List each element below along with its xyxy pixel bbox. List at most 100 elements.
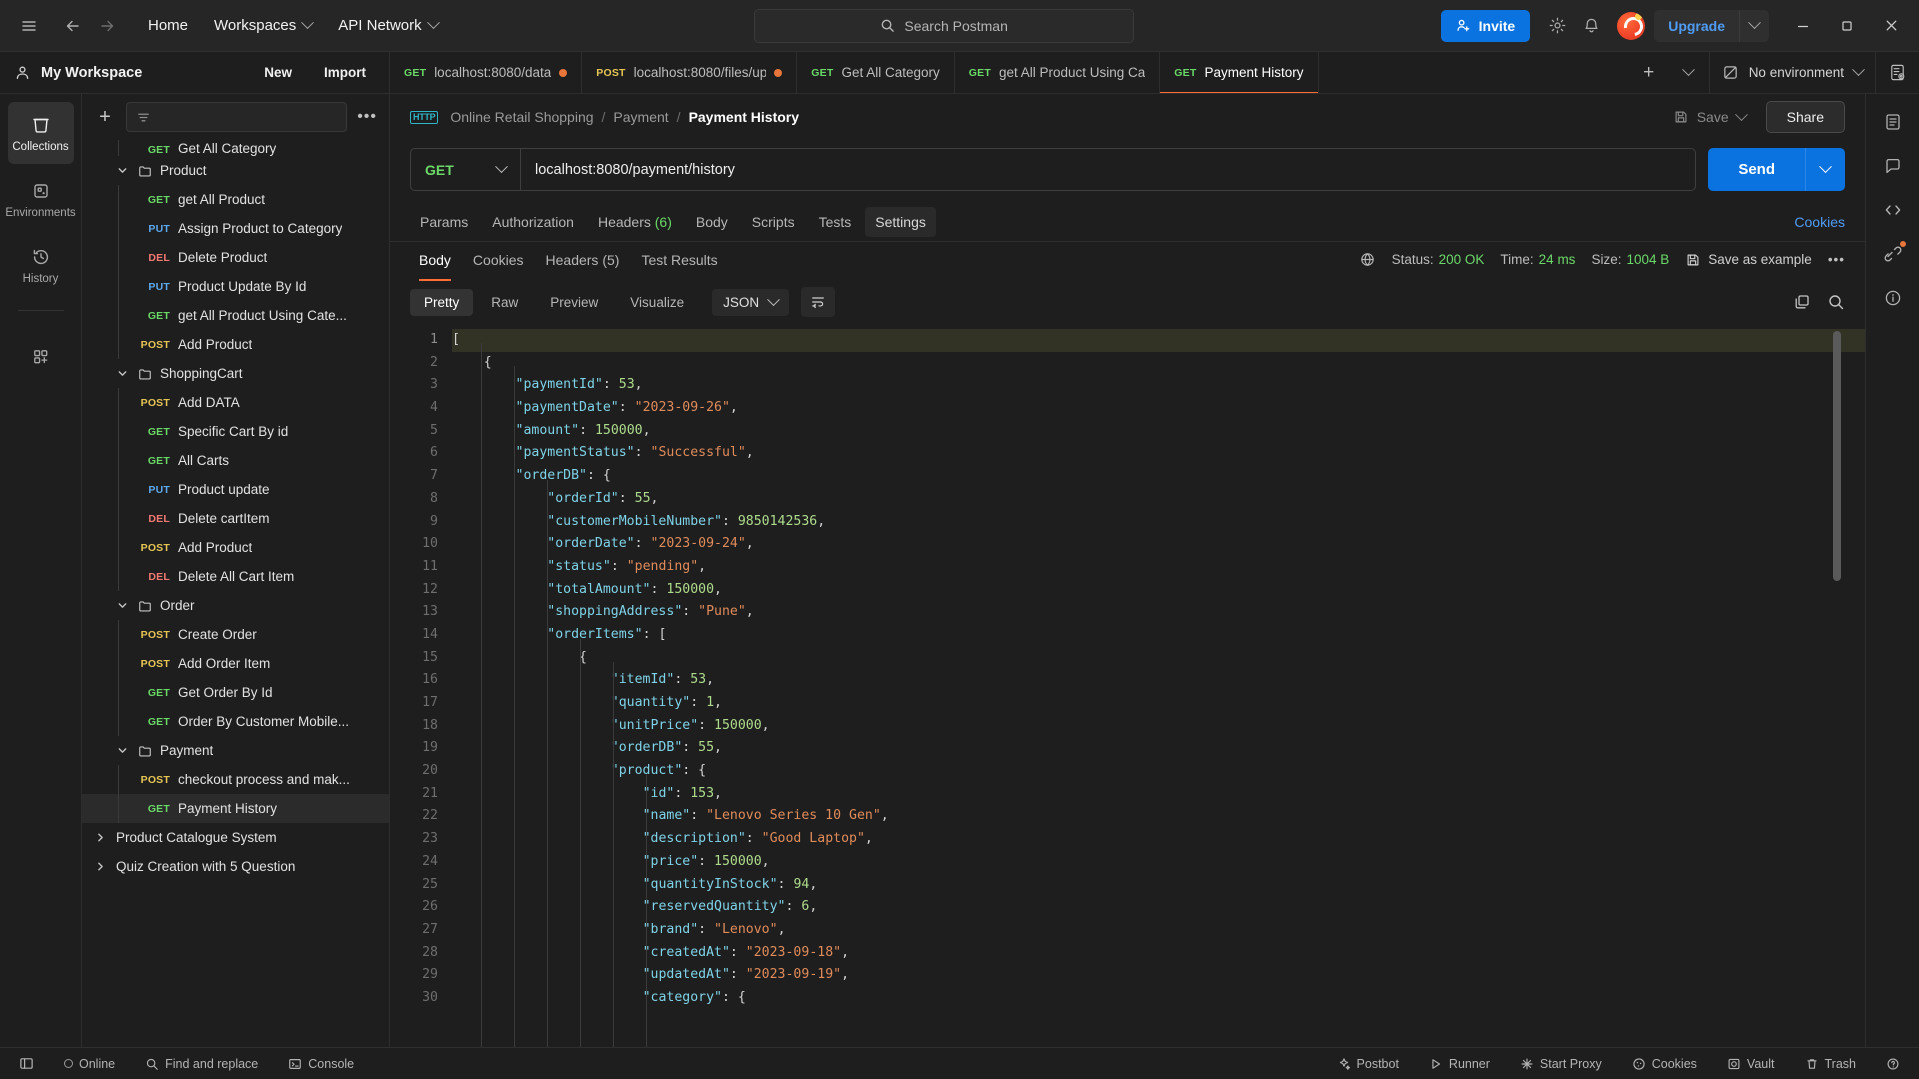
gear-icon[interactable] (1540, 9, 1574, 43)
request-cookies-link[interactable]: Cookies (1794, 214, 1845, 230)
code-lines[interactable]: [ { "paymentId": 53, "paymentDate": "202… (452, 325, 1865, 1047)
runner-button[interactable]: Runner (1424, 1054, 1495, 1074)
home-link[interactable]: Home (138, 11, 198, 40)
save-button[interactable]: Save (1663, 103, 1756, 131)
tree-request[interactable]: POST Add Order Item (82, 649, 389, 678)
view-raw[interactable]: Raw (477, 289, 532, 316)
environment-selector[interactable]: No environment (1708, 52, 1875, 93)
response-more-options[interactable]: ••• (1828, 252, 1845, 267)
arrow-left-icon[interactable] (56, 9, 90, 43)
response-format-select[interactable]: JSON (712, 288, 790, 316)
chevron-right-icon[interactable] (92, 861, 108, 872)
search-response-button[interactable] (1827, 293, 1845, 311)
tree-request[interactable]: GET Get All Category (82, 140, 389, 156)
tree-request[interactable]: POST Add Product (82, 533, 389, 562)
tree-request[interactable]: GET Get Order By Id (82, 678, 389, 707)
tree-request[interactable]: POST Add Product (82, 330, 389, 359)
request-tab-headers[interactable]: Headers (6) (588, 207, 682, 237)
vault-button[interactable]: Vault (1722, 1054, 1780, 1074)
documentation-icon[interactable] (1873, 102, 1913, 142)
bell-icon[interactable] (1574, 9, 1608, 43)
tree-request[interactable]: DEL Delete cartItem (82, 504, 389, 533)
avatar[interactable] (1617, 11, 1646, 40)
wrap-lines-button[interactable] (801, 287, 836, 317)
response-globe-icon[interactable] (1359, 251, 1376, 268)
sidebar-item-collections[interactable]: Collections (7, 102, 74, 164)
send-button[interactable]: Send (1708, 148, 1805, 191)
breadcrumb-collection[interactable]: Online Retail Shopping (450, 109, 593, 125)
tree-request[interactable]: DEL Delete Product (82, 243, 389, 272)
online-status[interactable]: Online (59, 1054, 120, 1074)
request-tab[interactable]: POST localhost:8080/files/up (582, 52, 798, 93)
request-tab[interactable]: GET get All Product Using Ca (955, 52, 1161, 93)
chevron-down-icon[interactable] (114, 600, 130, 611)
invite-button[interactable]: Invite (1440, 9, 1531, 42)
chevron-right-icon[interactable] (92, 832, 108, 843)
tree-request[interactable]: GET get All Product Using Cate... (82, 301, 389, 330)
request-tab-tests[interactable]: Tests (809, 207, 862, 237)
response-tab-headers[interactable]: Headers (5) (537, 246, 629, 274)
workspace-name[interactable]: My Workspace (41, 65, 243, 81)
sidebar-item-apps[interactable] (8, 325, 74, 387)
info-icon[interactable] (1873, 278, 1913, 318)
chevron-down-icon[interactable] (114, 165, 130, 176)
tree-request[interactable]: POST Add DATA (82, 388, 389, 417)
share-button[interactable]: Share (1765, 101, 1845, 133)
close-icon[interactable] (1869, 9, 1913, 43)
console-button[interactable]: Console (283, 1054, 359, 1074)
request-tab-authorization[interactable]: Authorization (482, 207, 584, 237)
tree-request[interactable]: PUT Product update (82, 475, 389, 504)
sidebar-toggle-button[interactable] (14, 1053, 39, 1074)
tree-request[interactable]: DEL Delete All Cart Item (82, 562, 389, 591)
postbot-button[interactable]: Postbot (1332, 1054, 1404, 1074)
response-tab-test-results[interactable]: Test Results (632, 246, 726, 274)
maximize-icon[interactable] (1825, 9, 1869, 43)
tree-request[interactable]: POST checkout process and mak... (82, 765, 389, 794)
view-preview[interactable]: Preview (536, 289, 612, 316)
find-and-replace-button[interactable]: Find and replace (140, 1054, 263, 1074)
send-options-chevron-down-icon[interactable] (1805, 148, 1845, 191)
sidebar-item-environments[interactable]: Environments (5, 168, 76, 230)
method-select[interactable]: GET (411, 149, 521, 190)
upgrade-button[interactable]: Upgrade (1654, 18, 1739, 34)
response-body-viewer[interactable]: 1 2 3 4 5 6 7 8 9 10 11 12 13 14 15 16 17 18 19 20 21 22 23 24 2… (390, 325, 1865, 1047)
trash-button[interactable]: Trash (1800, 1054, 1862, 1074)
request-tab-settings[interactable]: Settings (865, 207, 936, 237)
menu-icon[interactable] (12, 9, 46, 43)
sidebar-item-history[interactable]: History (8, 234, 74, 296)
url-input[interactable]: localhost:8080/payment/history (521, 162, 1695, 178)
request-tab-params[interactable]: Params (410, 207, 478, 237)
comments-icon[interactable] (1873, 146, 1913, 186)
tree-request[interactable]: GET Order By Customer Mobile... (82, 707, 389, 736)
search-input[interactable]: Search Postman (754, 8, 1135, 43)
help-button[interactable] (1881, 1054, 1905, 1074)
request-tab[interactable]: GET Get All Category (797, 52, 955, 93)
tree-folder[interactable]: Payment (82, 736, 389, 765)
create-new-button[interactable]: + (94, 106, 116, 129)
chevron-down-icon[interactable] (114, 368, 130, 379)
breadcrumb-folder[interactable]: Payment (613, 109, 668, 125)
tree-request[interactable]: PUT Assign Product to Category (82, 214, 389, 243)
filter-input[interactable] (126, 102, 348, 132)
collections-tree[interactable]: GET Get All Category Product GET get All Pro… (82, 140, 389, 1047)
response-tab-body[interactable]: Body (410, 246, 460, 281)
request-tab-body[interactable]: Body (686, 207, 738, 237)
copy-response-button[interactable] (1793, 293, 1811, 311)
tree-request[interactable]: GET All Carts (82, 446, 389, 475)
request-tab[interactable]: GET localhost:8080/data (390, 52, 583, 93)
time-badge[interactable]: Time: 24 ms (1500, 252, 1575, 267)
status-badge[interactable]: Status: 200 OK (1392, 252, 1485, 267)
upgrade-chevron-down-icon[interactable] (1739, 9, 1769, 42)
code-snippet-icon[interactable] (1873, 190, 1913, 230)
request-tab[interactable]: GET Payment History (1160, 52, 1319, 93)
response-scrollbar-thumb[interactable] (1833, 331, 1841, 581)
size-badge[interactable]: Size: 1004 B (1591, 252, 1669, 267)
tree-folder[interactable]: ShoppingCart (82, 359, 389, 388)
response-scrollbar-track[interactable] (1833, 325, 1853, 1047)
workspaces-menu[interactable]: Workspaces (204, 11, 322, 40)
tree-request[interactable]: GET Payment History (82, 794, 389, 823)
code-editor[interactable]: 1 2 3 4 5 6 7 8 9 10 11 12 13 14 15 16 17 18 19 20 21 22 23 24 2… (390, 325, 1865, 1047)
save-as-example-button[interactable]: Save as example (1685, 252, 1812, 268)
related-links-icon[interactable] (1873, 234, 1913, 274)
tree-collection[interactable]: Quiz Creation with 5 Question (82, 852, 389, 881)
